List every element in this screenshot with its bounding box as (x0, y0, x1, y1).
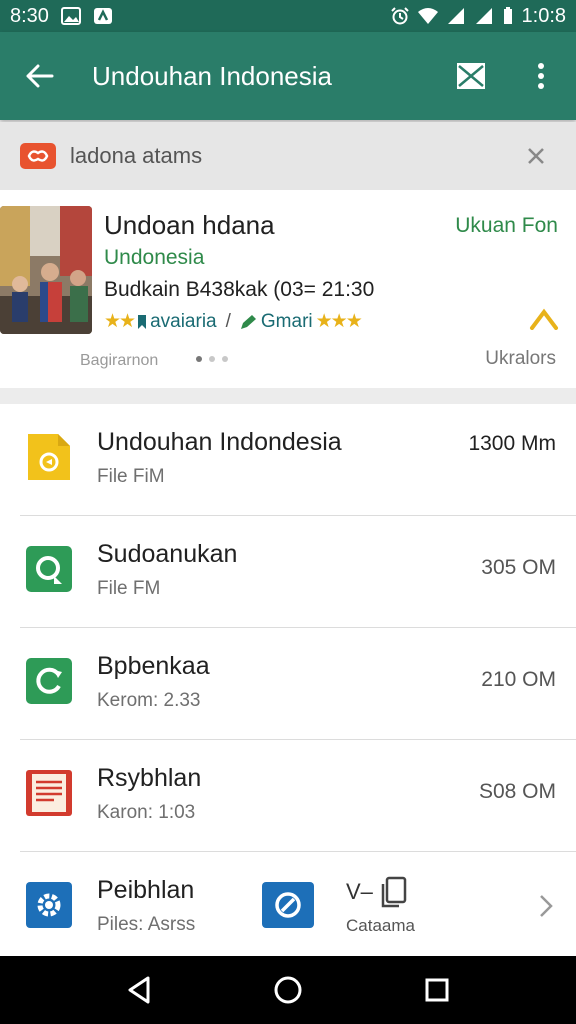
bookmark-icon (138, 314, 147, 329)
list-item-mid[interactable]: V– (346, 876, 407, 908)
back-triangle-icon (128, 976, 150, 1004)
signal-2-icon (475, 8, 492, 24)
navigation-bar (0, 956, 576, 1024)
blue-gear-file-icon (26, 882, 72, 928)
nav-home-button[interactable] (258, 960, 318, 1020)
list-item-size: S08 OM (478, 780, 556, 803)
rating-text-2: Gmari (260, 310, 313, 332)
featured-subtitle: Undonesia (104, 246, 205, 269)
list-item-size: 210 OM (481, 668, 556, 691)
list-item-title: Rsybhlan (97, 764, 202, 792)
nav-back-button[interactable] (109, 960, 169, 1020)
blue-share-icon[interactable] (260, 880, 316, 930)
wifi-icon (417, 8, 438, 24)
brand-logo-icon (20, 143, 56, 169)
back-button[interactable] (0, 32, 80, 120)
list-item-subtitle: File FM (97, 578, 161, 599)
banner-text: ladona atams (70, 143, 203, 168)
app-bar: Undouhan Indonesia (0, 32, 576, 120)
app-notification-icon (93, 8, 112, 24)
featured-rating: ★★ avaiaria / Gmari ★★★ (104, 310, 363, 333)
chevron-right-icon[interactable] (536, 892, 556, 920)
page-dot (196, 356, 202, 362)
list-item-mid-label: V– (346, 879, 373, 904)
mail-icon (457, 63, 485, 89)
mail-button[interactable] (436, 32, 506, 120)
home-circle-icon (274, 976, 302, 1004)
list-item-title: Peibhlan (97, 876, 195, 904)
download-list: Undouhan Indondesia File FiM 1300 Mm Sud… (0, 404, 576, 956)
featured-card[interactable]: Undoan hdana Ukuan Fon Undonesia Budkain… (0, 190, 576, 388)
featured-meta: Budkain B438kak (03= 21:30 (104, 278, 375, 301)
nav-recents-button[interactable] (407, 960, 467, 1020)
close-icon (528, 148, 544, 164)
status-bar: 8:30 1:0:8 (0, 0, 576, 32)
yellow-file-icon (28, 434, 70, 480)
signal-icon (447, 8, 464, 24)
page-dot (222, 356, 228, 362)
page-indicator (196, 352, 228, 366)
list-item[interactable]: Bpbenkaa Kerom: 2.33 210 OM (20, 628, 576, 740)
page-dot (209, 356, 215, 362)
list-item-size: 305 OM (481, 556, 556, 579)
status-time-left: 8:30 (10, 4, 49, 27)
status-time-right: 1:0:8 (521, 4, 566, 27)
list-item-size: 1300 Mm (468, 432, 556, 455)
banner-close-button[interactable] (516, 136, 556, 176)
list-item[interactable]: Peibhlan Piles: Asrss V– Cataama (20, 852, 576, 964)
featured-footer-right[interactable]: Ukralors (485, 348, 556, 370)
list-item[interactable]: Rsybhlan Karon: 1:03 S08 OM (20, 740, 576, 852)
list-item-title: Undouhan Indondesia (97, 428, 342, 456)
page-title: Undouhan Indonesia (92, 60, 332, 91)
chevron-up-icon[interactable] (528, 306, 560, 330)
more-options-button[interactable] (506, 32, 576, 120)
list-item-subtitle: Piles: Asrss (97, 914, 196, 935)
list-item-subtitle: Karon: 1:03 (97, 802, 196, 823)
rating-separator: / (225, 310, 231, 332)
rating-text-1: avaiaria (150, 310, 217, 332)
copy-icon (381, 876, 407, 908)
battery-icon (503, 7, 512, 24)
rating-stars-icon: ★★ (104, 311, 136, 332)
edit-icon (240, 314, 256, 329)
gallery-icon (60, 7, 81, 25)
featured-badge[interactable]: Ukuan Fon (455, 214, 558, 238)
list-item-subtitle: Kerom: 2.33 (97, 690, 201, 711)
list-item-mid-sub: Cataama (346, 916, 415, 935)
green-refresh-icon (26, 658, 72, 704)
featured-thumbnail (0, 206, 92, 334)
more-vert-icon (538, 63, 544, 89)
featured-title: Undoan hdana (104, 210, 275, 240)
alarm-icon (390, 7, 409, 25)
list-item-title: Sudoanukan (97, 540, 238, 568)
rating-stars-2-icon: ★★★ (315, 311, 363, 332)
green-app-icon (26, 546, 72, 592)
list-item[interactable]: Undouhan Indondesia File FiM 1300 Mm (20, 404, 576, 516)
back-arrow-icon (26, 64, 54, 88)
list-item[interactable]: Sudoanukan File FM 305 OM (20, 516, 576, 628)
promo-banner[interactable]: ladona atams (0, 122, 576, 190)
recents-square-icon (425, 978, 449, 1002)
list-item-title: Bpbenkaa (97, 652, 210, 680)
red-document-icon (26, 770, 72, 816)
list-item-subtitle: File FiM (97, 466, 165, 487)
featured-footer-left: Bagirarnon (80, 352, 159, 369)
